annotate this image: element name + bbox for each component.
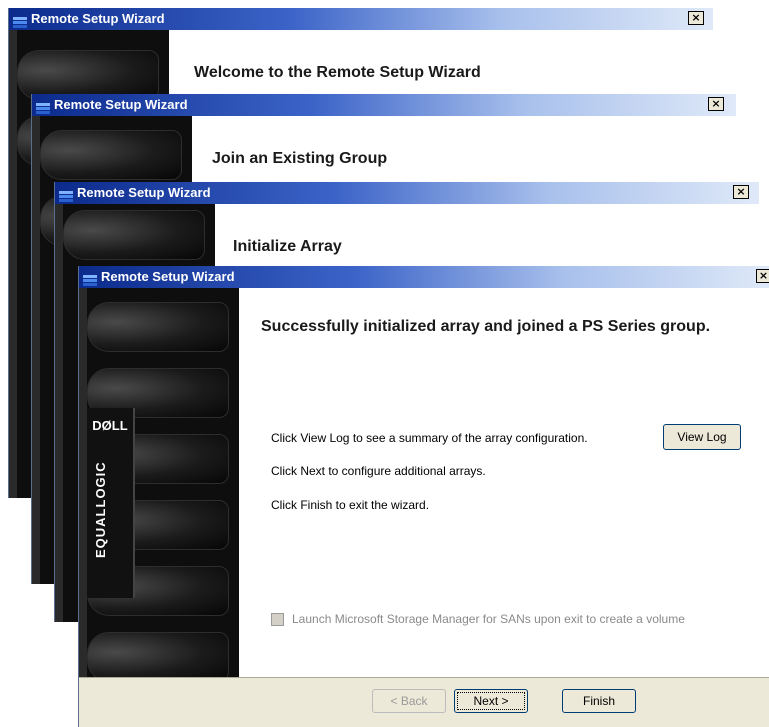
launch-storage-manager-checkbox[interactable] [271, 613, 284, 626]
close-button[interactable]: × [708, 97, 724, 111]
drive-slot [87, 632, 229, 677]
app-icon [59, 187, 73, 202]
rack-strip [55, 204, 63, 622]
page-heading: Join an Existing Group [212, 150, 388, 167]
page-heading: Successfully initialized array and joine… [261, 318, 711, 335]
window-title: Remote Setup Wizard [31, 11, 165, 26]
close-icon: × [711, 97, 721, 110]
page-heading: Welcome to the Remote Setup Wizard [194, 64, 481, 81]
title-bar[interactable]: Remote Setup Wizard [79, 266, 769, 288]
finish-instruction: Click Finish to exit the wizard. [271, 498, 430, 512]
app-icon [13, 13, 27, 28]
app-icon [83, 271, 97, 286]
equallogic-logo: EQUALLOGIC [93, 461, 108, 558]
close-button[interactable]: × [688, 11, 704, 25]
close-button[interactable]: × [733, 185, 749, 199]
drive-slot [40, 130, 182, 180]
window-title: Remote Setup Wizard [101, 269, 235, 284]
app-icon [36, 99, 50, 114]
close-icon: × [691, 11, 701, 24]
drive-slot [87, 302, 229, 352]
title-bar[interactable]: Remote Setup Wizard [55, 182, 759, 204]
back-button[interactable]: < Back [372, 689, 446, 713]
title-bar[interactable]: Remote Setup Wizard [9, 8, 713, 30]
rack-strip [79, 288, 87, 677]
drive-slot [63, 210, 205, 260]
close-icon: × [736, 185, 746, 198]
wizard-window-complete: Remote Setup Wizard × DØLL EQUALLOGIC Su… [78, 266, 769, 727]
drive-slot [17, 50, 159, 100]
window-title: Remote Setup Wizard [54, 97, 188, 112]
page-heading: Initialize Array [233, 238, 342, 255]
dell-logo: DØLL [92, 418, 128, 433]
launch-storage-manager-label: Launch Microsoft Storage Manager for SAN… [292, 612, 685, 626]
finish-button[interactable]: Finish [562, 689, 636, 713]
view-log-button[interactable]: View Log [663, 424, 741, 450]
footer-bar: < Back Next > Finish [79, 678, 769, 727]
view-log-instruction: Click View Log to see a summary of the a… [271, 431, 588, 445]
title-bar[interactable]: Remote Setup Wizard [32, 94, 736, 116]
sidebar-image: DØLL EQUALLOGIC [79, 288, 239, 677]
next-button[interactable]: Next > [454, 689, 528, 713]
rack-strip [9, 30, 17, 498]
close-icon: × [758, 269, 769, 282]
close-button[interactable]: × [756, 269, 769, 283]
next-instruction: Click Next to configure additional array… [271, 464, 486, 478]
window-title: Remote Setup Wizard [77, 185, 211, 200]
rack-strip [32, 116, 40, 584]
brand-panel: DØLL EQUALLOGIC [87, 408, 135, 598]
